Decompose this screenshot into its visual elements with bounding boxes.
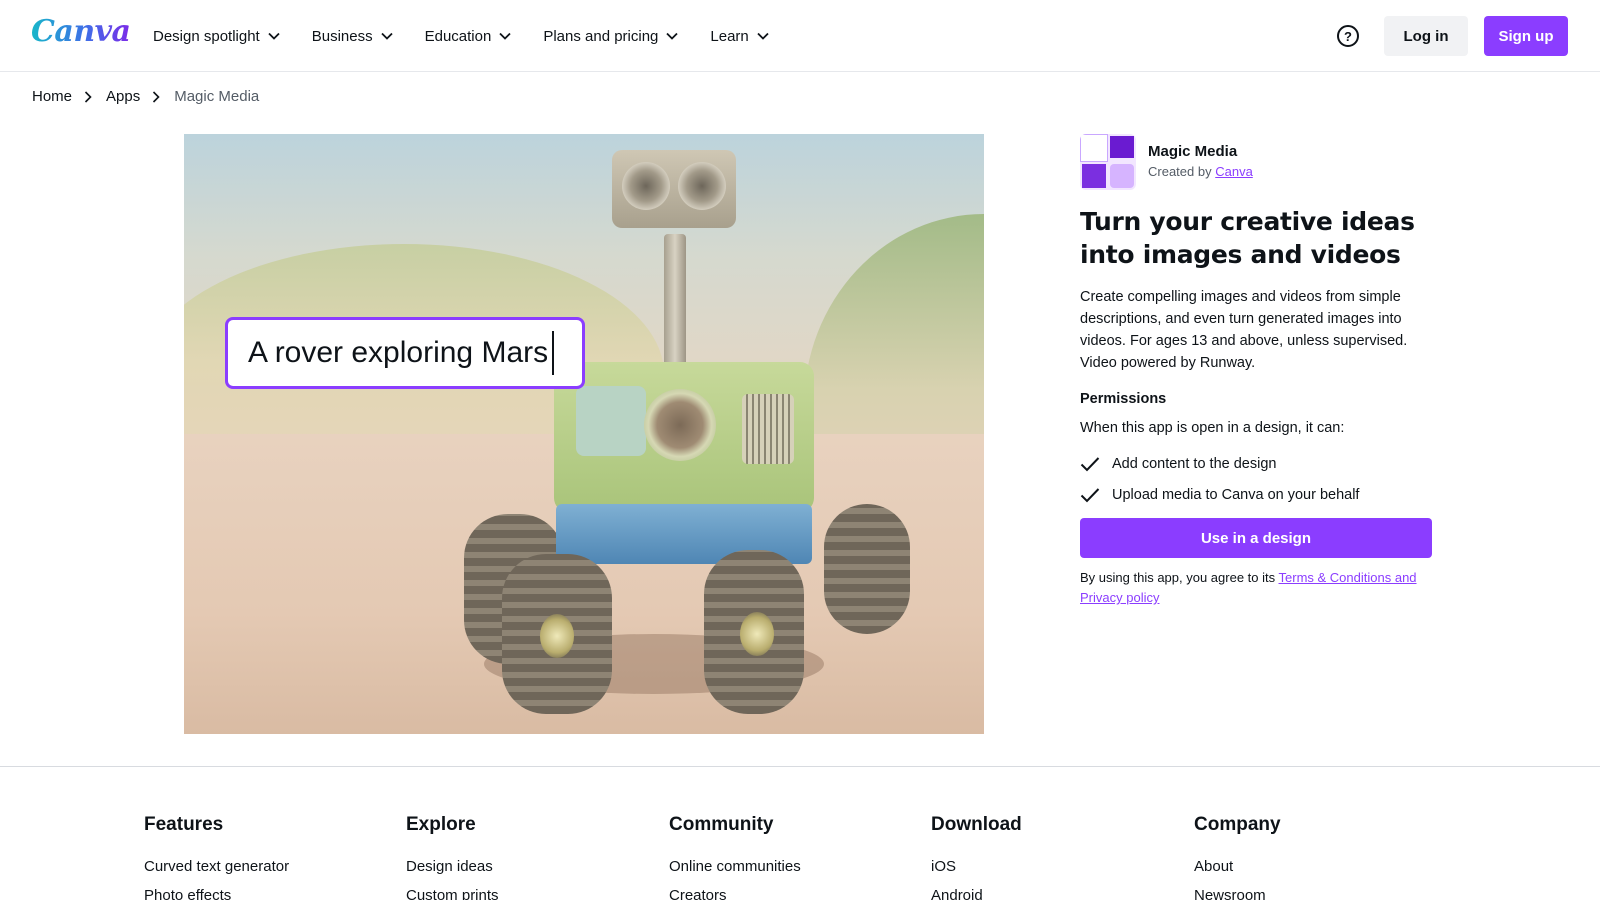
permissions-heading: Permissions bbox=[1080, 391, 1167, 407]
breadcrumb-home[interactable]: Home bbox=[32, 88, 72, 105]
terms-prefix: By using this app, you agree to its bbox=[1080, 570, 1276, 585]
footer-link[interactable]: Newsroom bbox=[1194, 881, 1434, 900]
nav-label: Learn bbox=[710, 27, 749, 45]
chevron-down-icon bbox=[380, 30, 393, 42]
creator-link[interactable]: Canva bbox=[1215, 164, 1253, 179]
rover-panel bbox=[576, 386, 646, 456]
chevron-down-icon bbox=[499, 30, 511, 42]
footer-link[interactable]: Online communities bbox=[669, 852, 909, 881]
nav-label: Plans and pricing bbox=[543, 27, 659, 45]
chevron-down-icon bbox=[268, 30, 280, 42]
check-icon bbox=[1080, 487, 1100, 503]
footer-link[interactable]: Photo effects bbox=[144, 881, 384, 900]
nav-business[interactable]: Business bbox=[312, 24, 393, 48]
prompt-text-box: A rover exploring Mars bbox=[225, 317, 585, 389]
footer-column-company: Company About Newsroom bbox=[1194, 814, 1434, 900]
footer-link[interactable]: Curved text generator bbox=[144, 852, 384, 881]
permission-item: Add content to the design bbox=[1080, 448, 1359, 479]
rover-wheel-back-right bbox=[824, 504, 910, 634]
permission-item: Upload media to Canva on your behalf bbox=[1080, 479, 1359, 510]
breadcrumb-apps[interactable]: Apps bbox=[106, 88, 140, 105]
chevron-down-icon bbox=[757, 30, 769, 42]
footer-link[interactable]: Creators bbox=[669, 881, 909, 900]
magic-media-app-icon bbox=[1080, 134, 1136, 190]
chevron-right-icon bbox=[152, 90, 162, 103]
footer-link[interactable]: About bbox=[1194, 852, 1434, 881]
footer-link[interactable]: Custom prints bbox=[406, 881, 646, 900]
rover-porthole bbox=[644, 389, 716, 461]
nav-label: Design spotlight bbox=[153, 27, 260, 45]
rover-head bbox=[612, 150, 736, 228]
check-icon bbox=[1080, 456, 1100, 472]
permissions-intro: When this app is open in a design, it ca… bbox=[1080, 420, 1345, 436]
nav-education[interactable]: Education bbox=[425, 24, 512, 48]
breadcrumb-current: Magic Media bbox=[174, 88, 260, 105]
footer-heading: Explore bbox=[406, 814, 476, 835]
app-icon-brush-tile bbox=[1110, 164, 1134, 188]
footer-column-features: Features Curved text generator Photo eff… bbox=[144, 814, 384, 900]
footer-heading: Download bbox=[931, 814, 1022, 835]
footer-heading: Company bbox=[1194, 814, 1281, 835]
created-by-prefix: Created by bbox=[1148, 164, 1212, 179]
app-name: Magic Media bbox=[1148, 143, 1238, 160]
terms-notice: By using this app, you agree to its Term… bbox=[1080, 568, 1440, 608]
permissions-list: Add content to the design Upload media t… bbox=[1080, 448, 1359, 510]
rover-hub bbox=[540, 614, 574, 658]
nav-label: Education bbox=[424, 27, 492, 45]
signup-button[interactable]: Sign up bbox=[1484, 16, 1568, 56]
nav-label: Business bbox=[311, 27, 373, 45]
chevron-right-icon bbox=[84, 90, 94, 103]
login-button[interactable]: Log in bbox=[1384, 16, 1468, 56]
permission-label: Add content to the design bbox=[1112, 455, 1277, 472]
chevron-down-icon bbox=[666, 30, 679, 42]
hero-image: A rover exploring Mars bbox=[184, 134, 984, 734]
footer-column-explore: Explore Design ideas Custom prints bbox=[406, 814, 646, 900]
app-icon-play-tile bbox=[1110, 136, 1134, 158]
footer-divider bbox=[0, 766, 1600, 767]
rover-hub bbox=[740, 612, 774, 656]
footer-link[interactable]: Design ideas bbox=[406, 852, 646, 881]
footer-column-community: Community Online communities Creators bbox=[669, 814, 909, 900]
help-icon[interactable]: ? bbox=[1337, 25, 1359, 47]
nav-plans-and-pricing[interactable]: Plans and pricing bbox=[543, 24, 679, 48]
app-icon-image-tile bbox=[1082, 164, 1106, 188]
footer-link[interactable]: iOS bbox=[931, 852, 1171, 881]
top-navigation-bar: Canva Design spotlight Business Educatio… bbox=[0, 0, 1600, 72]
footer-heading: Features bbox=[144, 814, 224, 835]
rover-eye-right bbox=[678, 162, 726, 210]
rover-grill bbox=[742, 394, 794, 464]
rover-neck bbox=[664, 234, 686, 374]
main-nav: Design spotlight Business Education Plan… bbox=[153, 24, 769, 48]
footer-link[interactable]: Android bbox=[931, 881, 1171, 900]
app-icon-sparkle-tile bbox=[1080, 134, 1108, 162]
footer-heading: Community bbox=[669, 814, 774, 835]
footer-column-download: Download iOS Android bbox=[931, 814, 1171, 900]
app-description: Create compelling images and videos from… bbox=[1080, 289, 1408, 371]
use-in-design-button[interactable]: Use in a design bbox=[1080, 518, 1432, 558]
nav-learn[interactable]: Learn bbox=[710, 24, 769, 48]
permission-label: Upload media to Canva on your behalf bbox=[1112, 486, 1360, 503]
text-caret bbox=[552, 331, 555, 375]
created-by: Created by Canva bbox=[1148, 164, 1253, 179]
page-title: Turn your creative ideas into images and… bbox=[1080, 207, 1415, 269]
rover-eye-left bbox=[622, 162, 670, 210]
breadcrumb: Home Apps Magic Media bbox=[32, 88, 259, 105]
canva-logo[interactable]: Canva bbox=[31, 14, 131, 49]
prompt-text: A rover exploring Mars bbox=[248, 336, 549, 369]
nav-design-spotlight[interactable]: Design spotlight bbox=[153, 24, 280, 48]
